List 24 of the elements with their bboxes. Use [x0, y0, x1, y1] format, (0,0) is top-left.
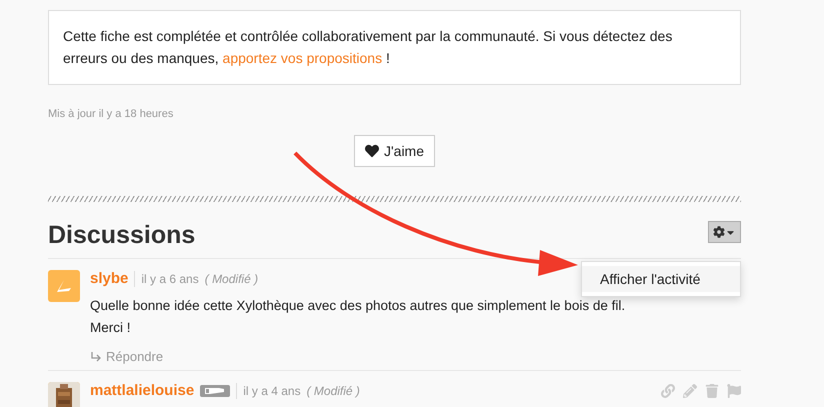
edited-label: ( Modifié ) — [306, 384, 360, 398]
like-button[interactable]: J'aime — [354, 135, 436, 167]
discussions-heading: Discussions — [48, 221, 196, 250]
proposals-link[interactable]: apportez vos propositions — [222, 50, 382, 66]
edited-label: ( Modifié ) — [204, 272, 258, 286]
edit-icon[interactable] — [683, 384, 697, 398]
heart-icon — [364, 144, 379, 158]
link-icon[interactable] — [661, 384, 675, 398]
settings-button[interactable] — [708, 221, 741, 243]
gear-icon — [713, 226, 725, 238]
author-name[interactable]: slybe — [90, 270, 128, 287]
menu-item[interactable]: Afficher l'activité — [582, 266, 740, 292]
flag-icon[interactable] — [727, 384, 741, 398]
delete-icon[interactable] — [705, 384, 719, 398]
reply-arrow-icon — [90, 350, 102, 362]
comment-time: il y a 4 ans — [243, 384, 301, 398]
updated-text: Mis à jour il y a 18 heures — [48, 108, 174, 120]
author-name[interactable]: mattlalielouise — [90, 382, 194, 399]
avatar-logo — [48, 270, 80, 302]
comment-time: il y a 6 ans — [141, 272, 199, 286]
comment-text: Quelle bonne idée cette Xylothèque avec des photos autres que simplement le bois de fil. — [90, 297, 626, 315]
reply-link[interactable]: Répondre — [90, 349, 741, 364]
notice-text: Cette fiche est complétée et contrôlée collaborativement par la communauté. Si vous détectez des erreurs ou des manques, apportez vos propositions ! — [48, 10, 741, 85]
comment-text: Merci ! — [90, 319, 132, 337]
